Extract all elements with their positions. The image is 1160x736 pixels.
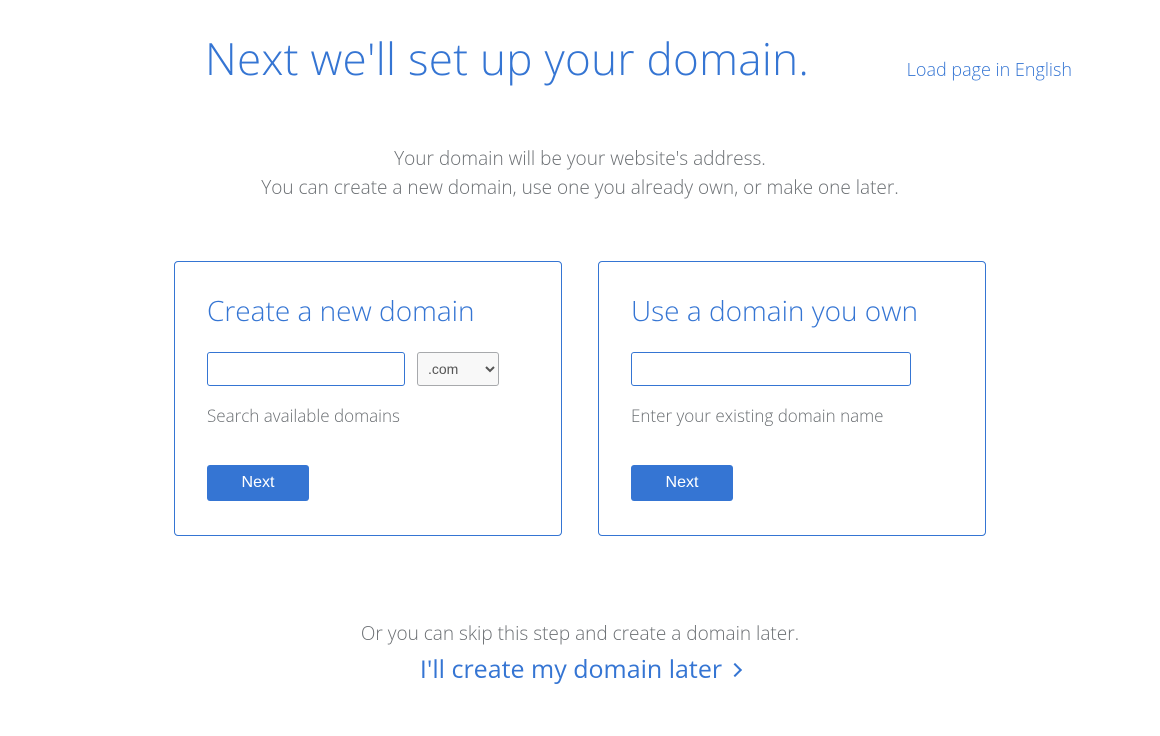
skip-link-label: I'll create my domain later: [420, 652, 722, 686]
tld-select[interactable]: .com: [417, 352, 499, 386]
create-domain-card: Create a new domain .com Search availabl…: [174, 261, 562, 536]
own-helper-text: Enter your existing domain name: [631, 404, 953, 427]
skip-link[interactable]: I'll create my domain later: [420, 652, 740, 686]
own-next-button[interactable]: Next: [631, 465, 733, 501]
skip-text: Or you can skip this step and create a d…: [0, 620, 1160, 646]
load-english-link[interactable]: Load page in English: [907, 58, 1072, 82]
create-next-button[interactable]: Next: [207, 465, 309, 501]
existing-domain-input[interactable]: [631, 352, 911, 386]
own-domain-card: Use a domain you own Enter your existing…: [598, 261, 986, 536]
skip-block: Or you can skip this step and create a d…: [0, 620, 1160, 686]
subtitle-block: Your domain will be your website's addre…: [0, 144, 1160, 201]
chevron-right-icon: [728, 663, 742, 677]
create-input-row: .com: [207, 352, 529, 386]
create-helper-text: Search available domains: [207, 404, 529, 427]
new-domain-input[interactable]: [207, 352, 405, 386]
create-domain-title: Create a new domain: [207, 292, 529, 330]
own-domain-title: Use a domain you own: [631, 292, 953, 330]
own-input-row: [631, 352, 953, 386]
subtitle-line-1: Your domain will be your website's addre…: [0, 144, 1160, 173]
subtitle-line-2: You can create a new domain, use one you…: [0, 173, 1160, 202]
cards-row: Create a new domain .com Search availabl…: [0, 261, 1160, 536]
